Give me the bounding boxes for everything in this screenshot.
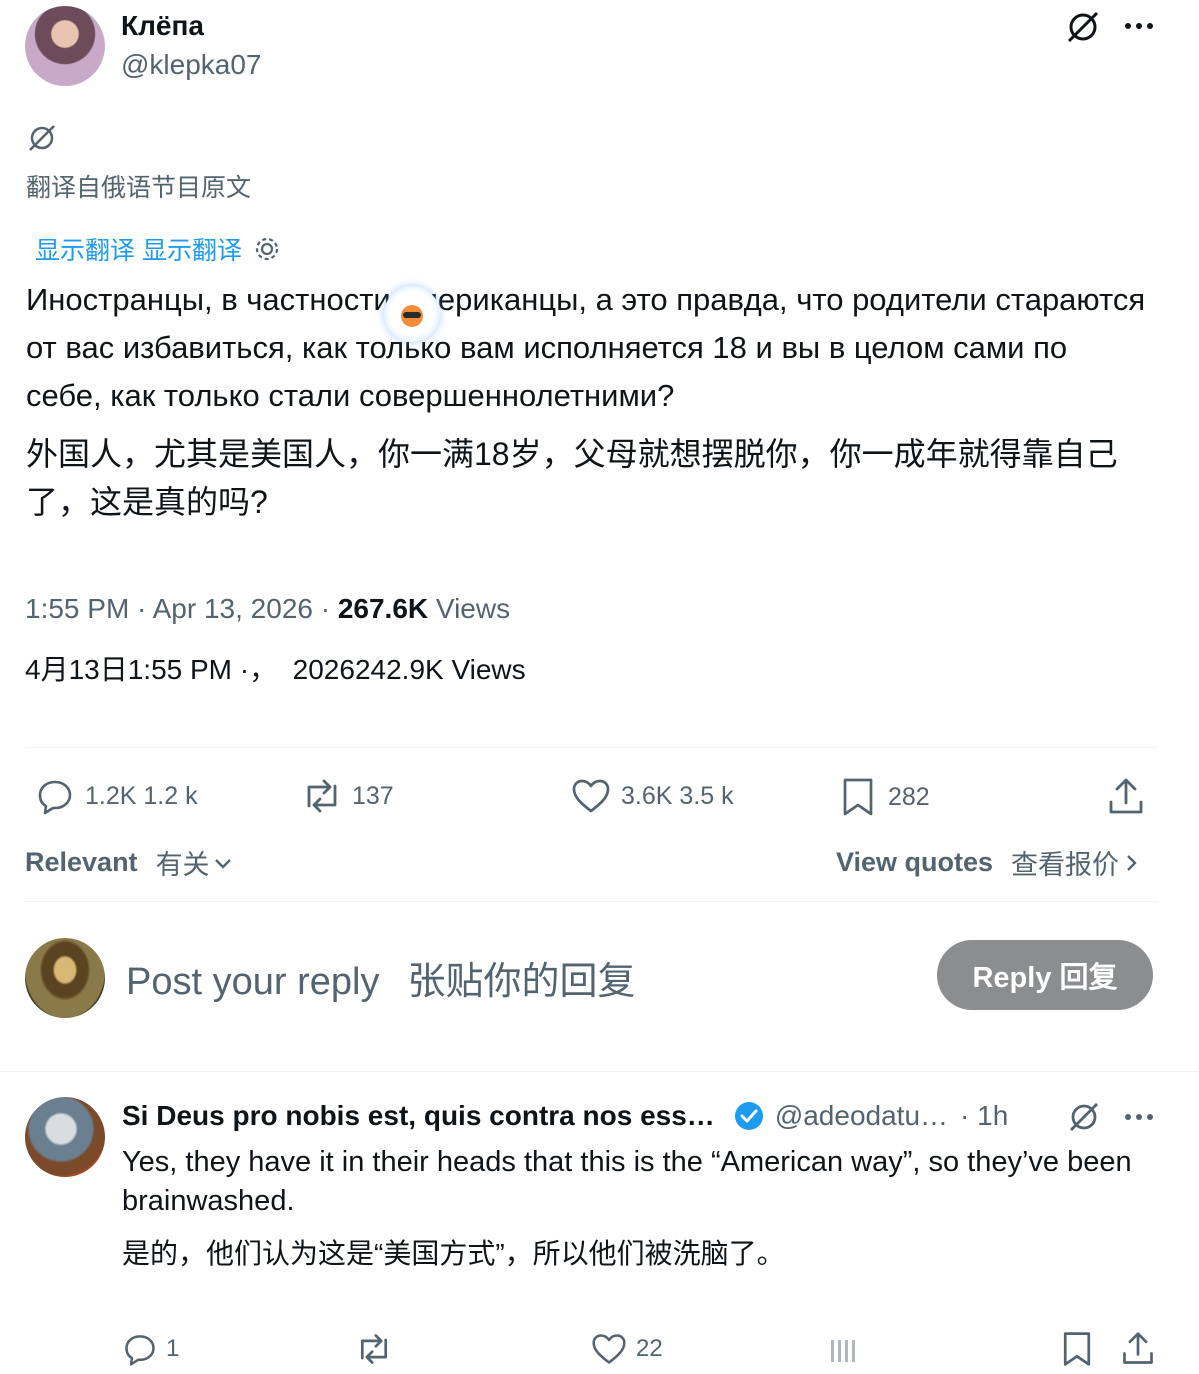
reply-input-placeholder-translated: 张贴你的回复 (407, 961, 636, 1003)
reply-icon (122, 1331, 158, 1367)
reply-text: Yes, they have it in their heads that th… (122, 1146, 1132, 1217)
repost-icon (300, 776, 344, 816)
post-text-translated: 外国人，尤其是美国人，你一满18岁，父母就想摆脱你，你一成年就得靠自己了，这是真… (26, 436, 1118, 520)
reply-like-count: 22 (636, 1335, 663, 1362)
reply-author-handle[interactable]: @adeodatu… (775, 1100, 948, 1132)
share-icon[interactable] (1120, 1330, 1156, 1368)
sort-relevant-label: Relevant (25, 847, 138, 877)
divider (25, 901, 1158, 902)
verified-badge-icon (733, 1100, 765, 1132)
views-count: 267.6K (337, 593, 429, 624)
show-translation-link[interactable]: 显示翻译 显示翻译 (35, 231, 242, 267)
reply-time[interactable]: · 1h (960, 1100, 1008, 1132)
like-action[interactable]: 3.6K 3.5 k (570, 776, 734, 816)
more-options-icon[interactable] (1122, 14, 1156, 38)
view-quotes-label-translated: 查看报价 (1011, 850, 1120, 880)
post-timestamp[interactable]: 1:55 PM · Apr 13, 2026 · 267.6K Views (25, 593, 510, 625)
view-quotes-label: View quotes (836, 847, 994, 877)
sort-relevant-dropdown[interactable]: Relevant 有关 (25, 843, 234, 882)
sort-relevant-label-translated: 有关 (155, 850, 210, 880)
view-quotes-link[interactable]: View quotes 查看报价 (836, 843, 1139, 882)
floating-assistant-icon[interactable] (384, 286, 440, 342)
bookmark-count: 282 (888, 782, 930, 811)
user-avatar[interactable] (25, 938, 105, 1018)
bookmark-icon[interactable] (1060, 1330, 1094, 1368)
reply-action[interactable]: 1.2K 1.2 k (35, 776, 198, 816)
reply-header: Si Deus pro nobis est, quis contra nos e… (122, 1100, 1008, 1132)
reply-input[interactable]: Post your reply 张贴你的回复 (126, 950, 635, 1005)
author-display-name[interactable]: Клёпа (121, 10, 204, 42)
reply-count: 1.2K 1.2 k (85, 781, 198, 810)
grok-icon[interactable] (1064, 8, 1102, 46)
translated-from-label: 翻译自俄语节目原文 (26, 174, 252, 202)
post-timestamp-translated: 4月13日1:55 PM ·， 2026242.9K Views (25, 654, 526, 685)
reply-reply-count: 1 (166, 1335, 180, 1362)
reply-text-translated: 是的，他们认为这是“美国方式”，所以他们被洗脑了。 (122, 1238, 785, 1269)
reply-button[interactable]: Reply 回复 (937, 940, 1153, 1010)
share-icon[interactable] (1106, 776, 1146, 818)
reply-reply-action[interactable]: 1 (122, 1331, 179, 1367)
reply-like-action[interactable]: 22 (590, 1331, 663, 1367)
repost-action[interactable]: 137 (300, 776, 394, 816)
author-handle[interactable]: @klepka07 (121, 49, 262, 81)
post-text-original: Иностранцы, в частности американцы, а эт… (26, 282, 1146, 413)
reply-input-placeholder: Post your reply (126, 961, 380, 1003)
bookmark-icon (840, 776, 876, 818)
reply-author-avatar[interactable] (25, 1097, 105, 1177)
heart-icon (590, 1331, 628, 1367)
reply-icon (35, 776, 75, 816)
chevron-down-icon (212, 852, 234, 874)
more-options-icon[interactable] (1122, 1105, 1156, 1129)
repost-icon[interactable] (354, 1331, 394, 1367)
divider (0, 1071, 1199, 1072)
repost-count: 137 (352, 781, 394, 810)
author-avatar[interactable] (25, 6, 105, 86)
grok-icon[interactable] (1066, 1099, 1102, 1135)
chevron-right-icon (1125, 852, 1139, 874)
like-count: 3.6K 3.5 k (621, 781, 734, 810)
bookmark-action[interactable]: 282 (840, 776, 930, 818)
translation-settings-icon[interactable] (252, 234, 282, 264)
heart-icon (570, 776, 612, 816)
reply-author-display-name[interactable]: Si Deus pro nobis est, quis contra nos e… (122, 1100, 715, 1132)
divider (25, 747, 1158, 748)
analytics-icon[interactable] (828, 1334, 858, 1364)
translate-icon (26, 122, 58, 154)
